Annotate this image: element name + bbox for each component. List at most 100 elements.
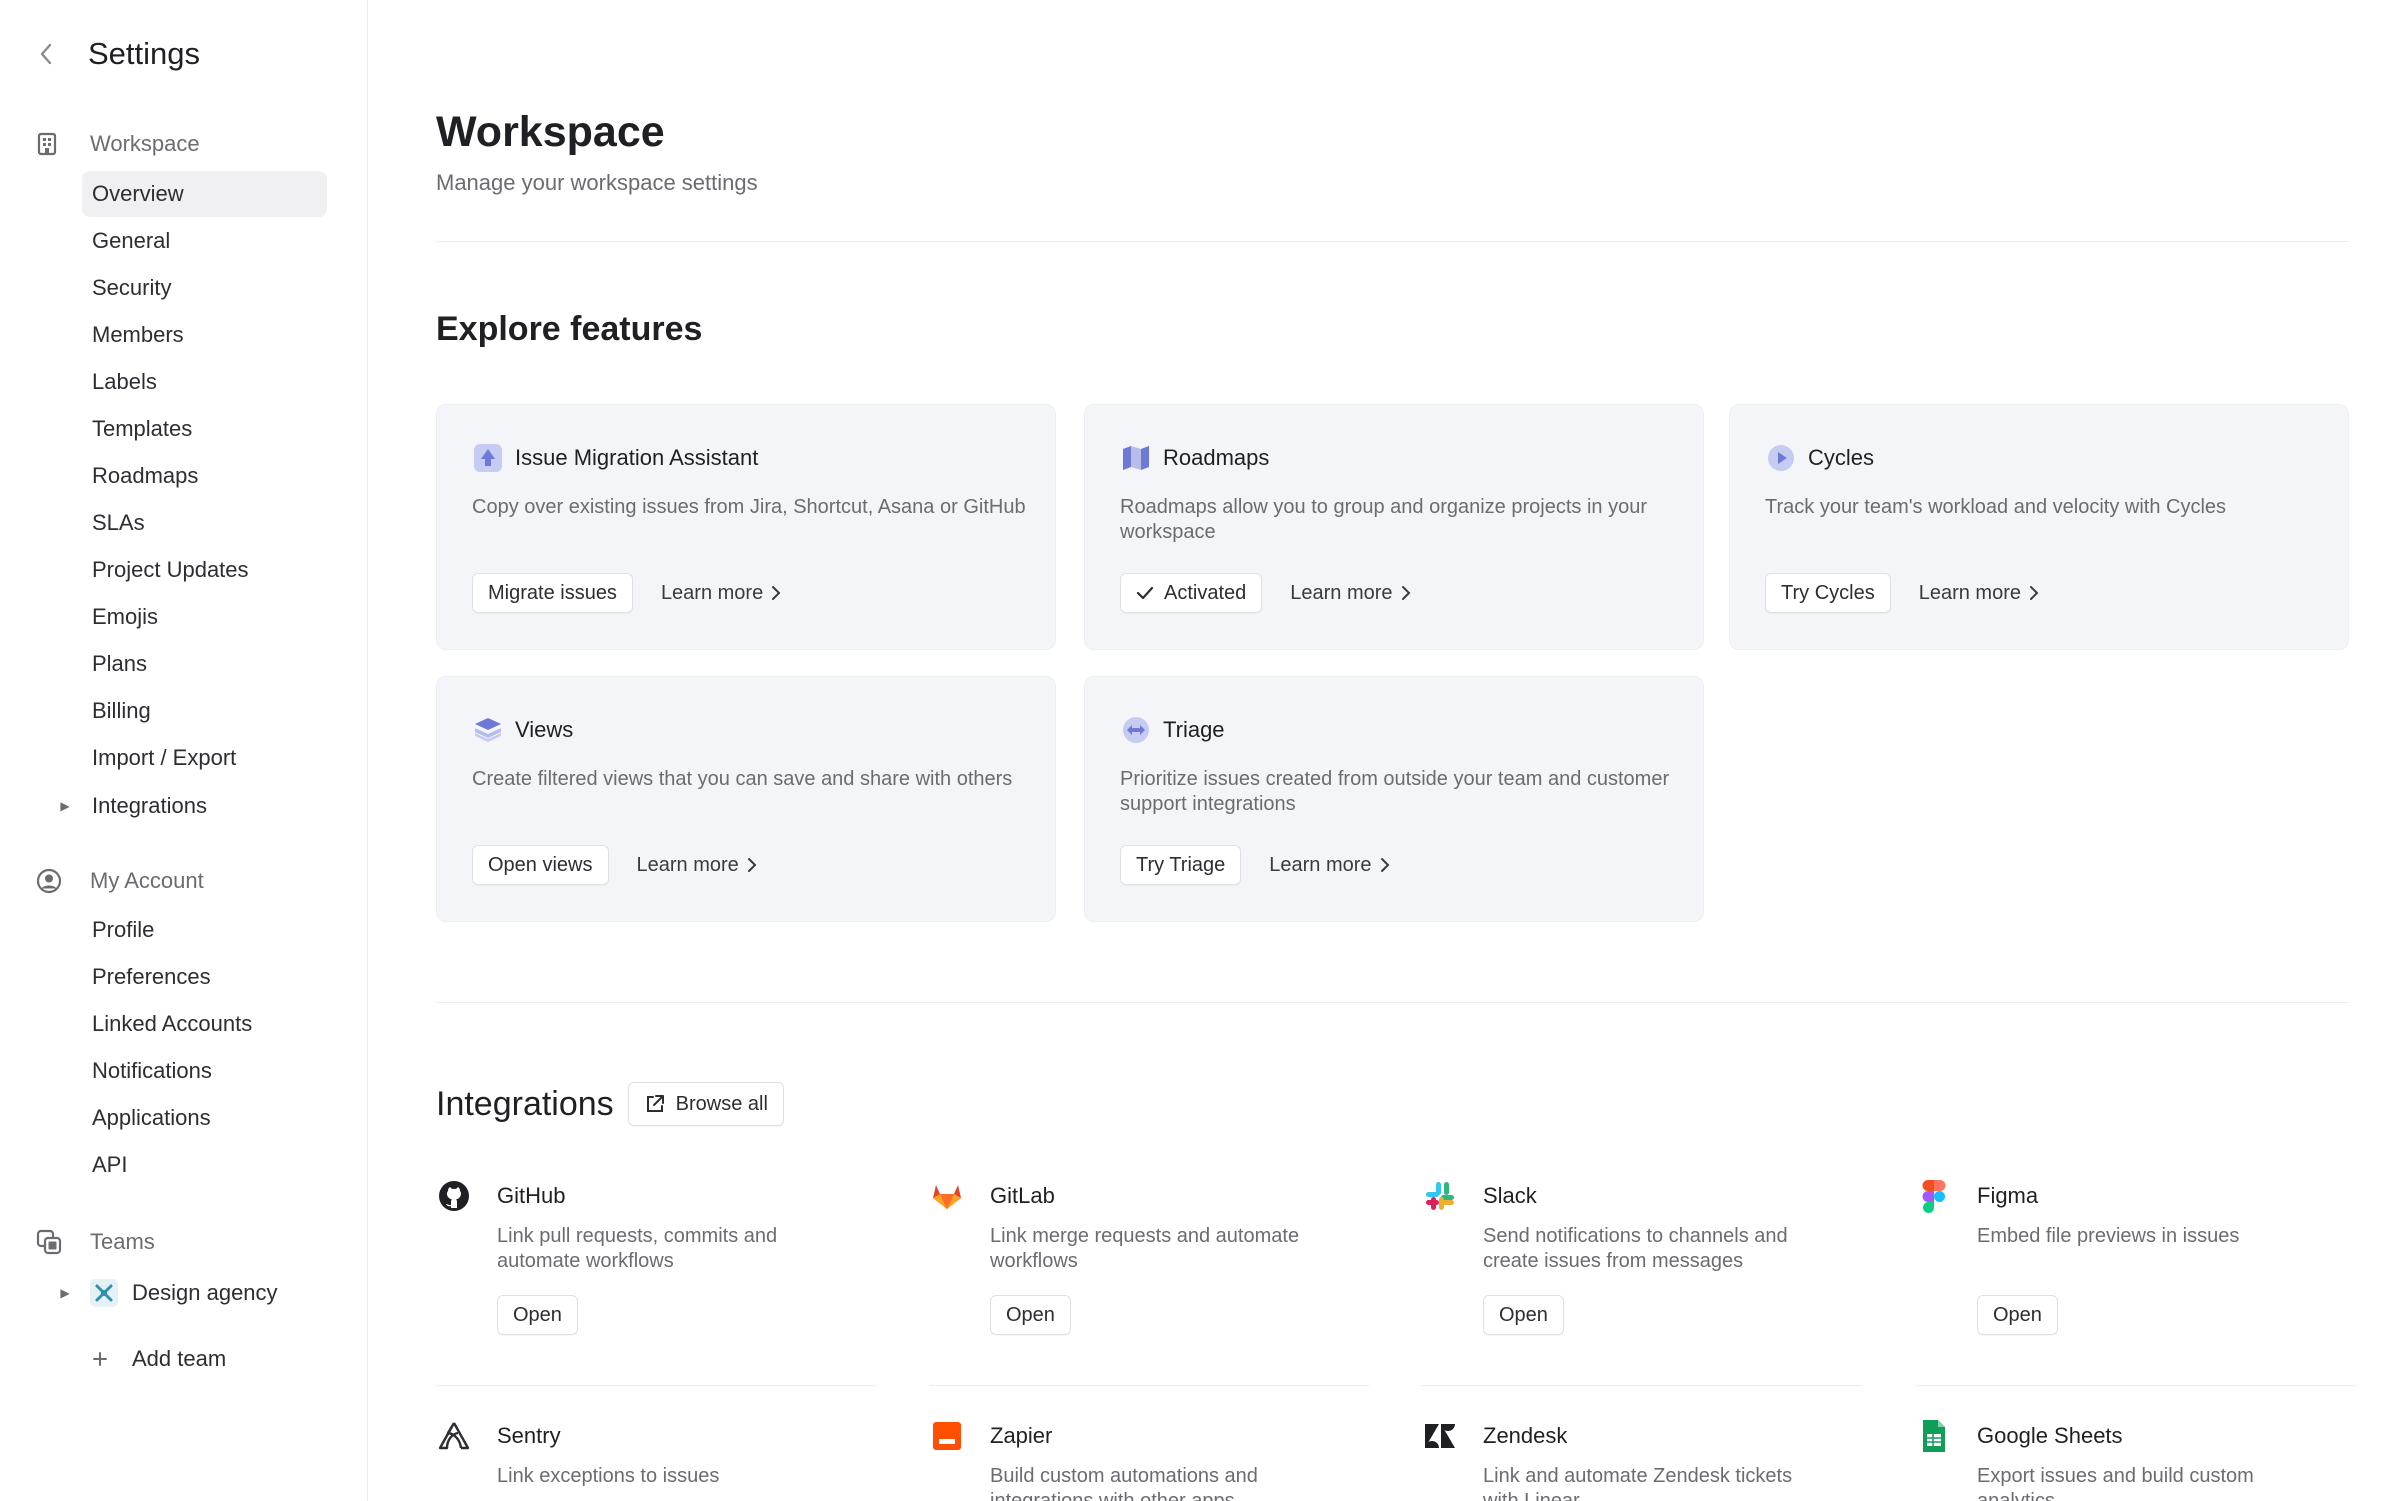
sidebar-item-labels[interactable]: Labels xyxy=(82,359,327,405)
chevron-left-icon xyxy=(40,43,52,65)
integrations-header: Integrations Browse all xyxy=(436,1082,784,1126)
button-label: Open xyxy=(1006,1303,1055,1326)
link-label: Learn more xyxy=(636,853,739,876)
sidebar-item-security[interactable]: Security xyxy=(82,265,327,311)
sidebar-group-label: Workspace xyxy=(90,131,200,156)
sidebar-item-profile[interactable]: Profile xyxy=(82,907,327,953)
cycles-icon xyxy=(1764,441,1798,475)
sidebar-item-label: Plans xyxy=(92,651,148,676)
open-figma-button[interactable]: Open xyxy=(1977,1295,2058,1335)
button-label: Browse all xyxy=(675,1092,768,1115)
integration-zapier: Zapier Build custom automations and inte… xyxy=(929,1416,1369,1501)
sidebar-item-project-updates[interactable]: Project Updates xyxy=(82,547,327,593)
integration-description: Link exceptions to issues xyxy=(497,1465,720,1487)
figma-icon xyxy=(1916,1178,1952,1214)
open-views-button[interactable]: Open views xyxy=(472,845,609,885)
sidebar-item-integrations[interactable]: Integrations xyxy=(82,783,327,829)
sidebar-header: Settings xyxy=(34,34,200,74)
open-github-button[interactable]: Open xyxy=(497,1295,578,1335)
migration-icon xyxy=(471,441,505,475)
feature-description: Create filtered views that you can save … xyxy=(472,768,1013,790)
integration-description: Link and automate Zendesk tickets with L… xyxy=(1483,1465,1793,1501)
chevron-right-icon xyxy=(2029,585,2039,601)
sidebar-group-workspace: Workspace xyxy=(36,129,200,159)
sidebar-item-general[interactable]: General xyxy=(82,218,327,264)
integration-description: Build custom automations and integration… xyxy=(990,1465,1258,1501)
open-gitlab-button[interactable]: Open xyxy=(990,1295,1071,1335)
learn-more-link[interactable]: Learn more xyxy=(1269,854,1389,877)
sidebar-item-templates[interactable]: Templates xyxy=(82,406,327,452)
sidebar-item-label: Labels xyxy=(92,369,157,394)
feature-title: Cycles xyxy=(1808,445,1875,470)
sidebar-item-label: Applications xyxy=(92,1105,211,1130)
button-label: Migrate issues xyxy=(488,581,617,604)
integration-zendesk: Zendesk Link and automate Zendesk ticket… xyxy=(1422,1416,1862,1501)
sentry-icon xyxy=(436,1418,472,1454)
link-label: Learn more xyxy=(660,581,764,604)
integration-name: GitLab xyxy=(990,1183,1055,1208)
browse-all-button[interactable]: Browse all xyxy=(627,1082,784,1126)
back-button[interactable] xyxy=(34,34,58,74)
sidebar-item-label: Profile xyxy=(92,917,155,942)
sidebar-item-members[interactable]: Members xyxy=(82,312,327,358)
teams-icon xyxy=(36,1227,70,1257)
sidebar-item-import-export[interactable]: Import / Export xyxy=(82,735,327,781)
feature-title: Issue Migration Assistant xyxy=(515,445,759,470)
learn-more-link[interactable]: Learn more xyxy=(1290,582,1410,605)
integration-slack: Slack Send notifications to channels and… xyxy=(1422,1176,1862,1335)
sidebar-group-teams: Teams xyxy=(36,1227,155,1257)
caret-right-icon[interactable]: ▶ xyxy=(58,783,72,829)
building-icon xyxy=(36,129,70,159)
integration-description: Link pull requests, commits and automate… xyxy=(497,1225,778,1272)
integration-divider xyxy=(436,1385,876,1386)
integration-description: Export issues and build custom analytics xyxy=(1977,1465,2254,1501)
caret-right-icon[interactable]: ▶ xyxy=(58,1270,72,1316)
try-triage-button[interactable]: Try Triage xyxy=(1120,845,1242,885)
add-team-button[interactable]: Add team xyxy=(90,1336,335,1382)
sidebar-item-roadmaps[interactable]: Roadmaps xyxy=(82,453,327,499)
sidebar-item-linked-accounts[interactable]: Linked Accounts xyxy=(82,1001,327,1047)
triage-icon xyxy=(1119,713,1153,747)
sidebar-item-billing[interactable]: Billing xyxy=(82,688,327,734)
sidebar-item-applications[interactable]: Applications xyxy=(82,1095,327,1141)
learn-more-link[interactable]: Learn more xyxy=(1919,582,2039,605)
map-icon xyxy=(1119,441,1153,475)
try-cycles-button[interactable]: Try Cycles xyxy=(1765,573,1891,613)
sidebar-item-overview[interactable]: Overview xyxy=(82,171,327,217)
sidebar-item-api[interactable]: API xyxy=(82,1142,327,1188)
integration-name: GitHub xyxy=(497,1183,566,1208)
chevron-right-icon xyxy=(747,857,757,873)
activated-button[interactable]: Activated xyxy=(1120,573,1263,613)
button-label: Open xyxy=(1499,1303,1548,1326)
sidebar-item-label: Billing xyxy=(92,698,151,723)
feature-description: Copy over existing issues from Jira, Sho… xyxy=(472,496,1026,518)
feature-description: Roadmaps allow you to group and organize… xyxy=(1120,496,1647,543)
sidebar-item-emojis[interactable]: Emojis xyxy=(82,594,327,640)
sidebar-item-label: Overview xyxy=(92,181,184,206)
learn-more-link[interactable]: Learn more xyxy=(637,854,757,877)
sidebar-item-team-design-agency[interactable]: Design agency xyxy=(90,1270,335,1316)
divider xyxy=(436,241,2349,242)
team-icon xyxy=(90,1279,118,1307)
sidebar-item-plans[interactable]: Plans xyxy=(82,641,327,687)
learn-more-link[interactable]: Learn more xyxy=(661,582,781,605)
zapier-icon xyxy=(929,1418,965,1454)
user-circle-icon xyxy=(36,866,70,896)
migrate-issues-button[interactable]: Migrate issues xyxy=(472,573,633,613)
layers-icon xyxy=(471,713,505,747)
open-slack-button[interactable]: Open xyxy=(1483,1295,1564,1335)
integration-description: Send notifications to channels and creat… xyxy=(1483,1225,1788,1272)
sidebar-item-preferences[interactable]: Preferences xyxy=(82,954,327,1000)
feature-card-triage: Triage Prioritize issues created from ou… xyxy=(1084,676,1704,922)
button-label: Open xyxy=(1993,1303,2042,1326)
sidebar-item-label: Notifications xyxy=(92,1058,212,1083)
sidebar-item-notifications[interactable]: Notifications xyxy=(82,1048,327,1094)
sidebar-item-slas[interactable]: SLAs xyxy=(82,500,327,546)
link-label: Learn more xyxy=(1269,853,1372,876)
sidebar-group-label: My Account xyxy=(90,868,204,893)
link-label: Learn more xyxy=(1290,581,1393,604)
add-team-label: Add team xyxy=(132,1346,227,1371)
integration-divider xyxy=(929,1385,1369,1386)
chevron-right-icon xyxy=(771,585,781,601)
google-sheets-icon xyxy=(1916,1418,1952,1454)
